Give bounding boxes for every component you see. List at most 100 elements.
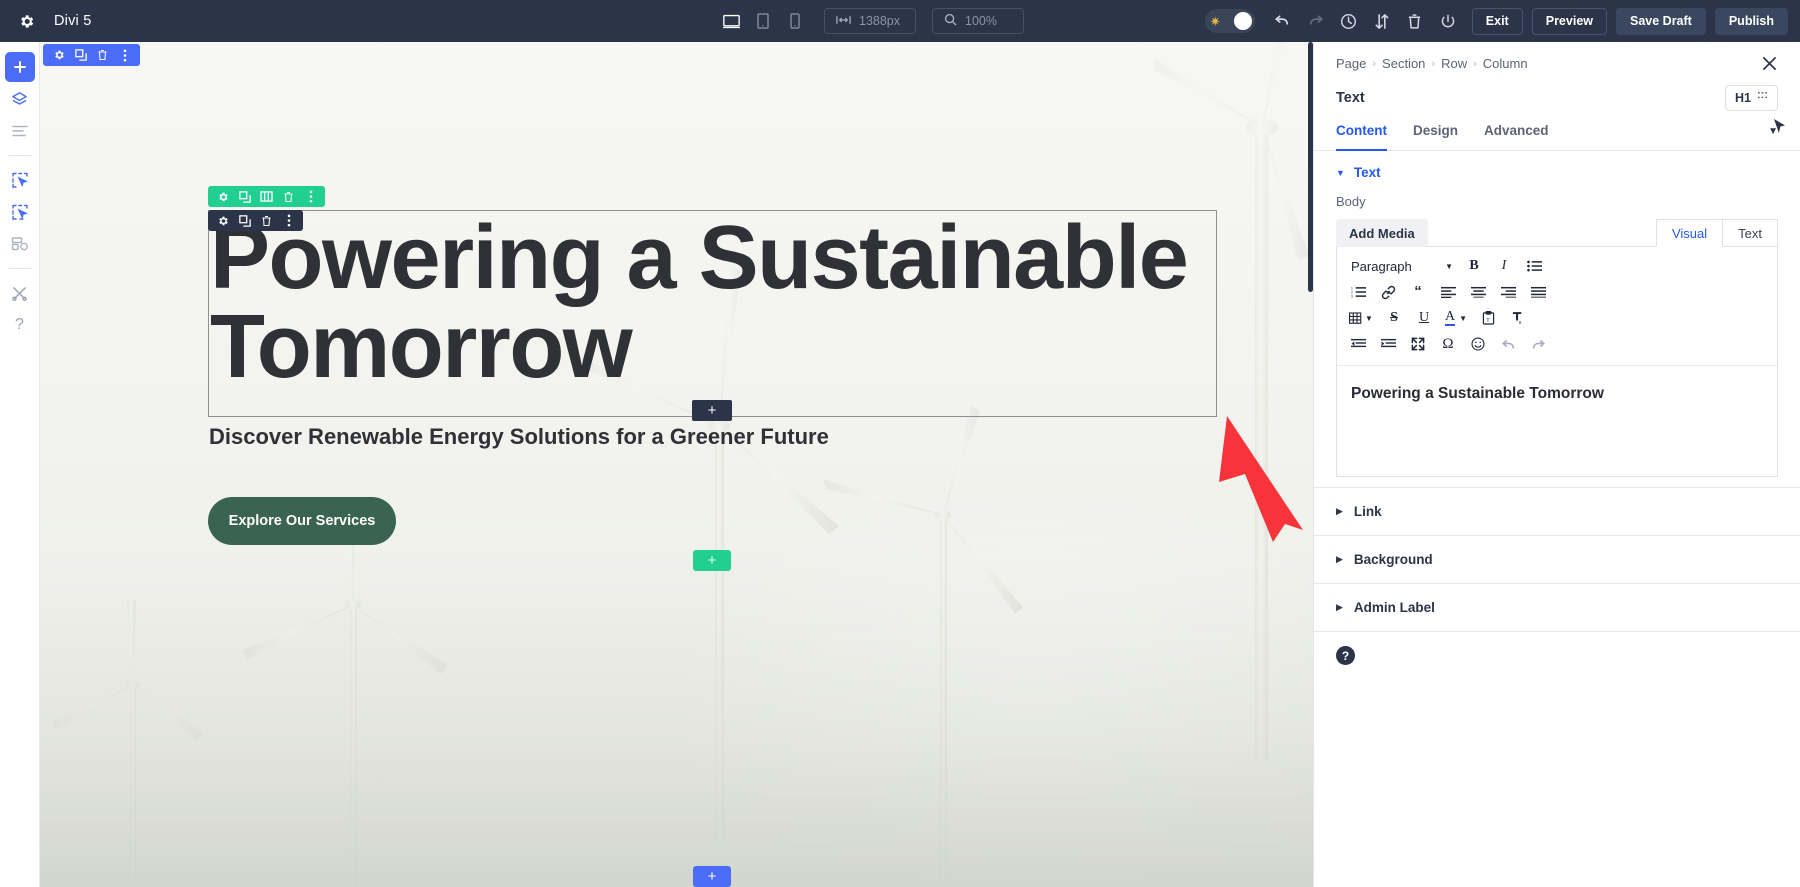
- dots-icon[interactable]: [282, 214, 295, 227]
- gear-icon[interactable]: [52, 49, 65, 62]
- accordion-link[interactable]: ▶ Link: [1314, 487, 1800, 535]
- save-draft-button[interactable]: Save Draft: [1616, 8, 1706, 35]
- clock-icon[interactable]: [1334, 6, 1364, 36]
- undo-icon[interactable]: [1495, 332, 1521, 356]
- publish-button[interactable]: Publish: [1715, 8, 1788, 35]
- zoom-field[interactable]: 100%: [932, 8, 1024, 34]
- dots-icon[interactable]: [304, 190, 317, 203]
- underline-icon[interactable]: U: [1411, 306, 1437, 330]
- explore-our-services-button[interactable]: Explore Our Services: [208, 497, 396, 545]
- dots-icon[interactable]: [118, 49, 131, 62]
- exit-button[interactable]: Exit: [1472, 8, 1523, 35]
- strikethrough-icon[interactable]: S: [1381, 306, 1407, 330]
- outdent-icon[interactable]: [1345, 332, 1371, 356]
- tab-design[interactable]: Design: [1413, 123, 1458, 151]
- numbered-list-icon[interactable]: 123: [1345, 280, 1371, 304]
- svg-text:x: x: [1519, 320, 1522, 325]
- link-icon[interactable]: [1375, 280, 1401, 304]
- panel-scrollbar-thumb[interactable]: [1308, 42, 1313, 292]
- add-media-button[interactable]: Add Media: [1336, 219, 1428, 247]
- sidebar-item-layers[interactable]: [5, 84, 35, 114]
- text-color-icon[interactable]: A ▼: [1441, 306, 1471, 330]
- gear-icon[interactable]: [12, 7, 40, 35]
- page-canvas[interactable]: Powering a Sustainable Tomorrow + Discov…: [40, 42, 1313, 887]
- tab-advanced[interactable]: Advanced: [1484, 123, 1549, 151]
- sidebar-item-presets[interactable]: [5, 229, 35, 259]
- preview-button[interactable]: Preview: [1532, 8, 1607, 35]
- sidebar-item-help[interactable]: ?: [5, 310, 35, 340]
- indent-icon[interactable]: [1375, 332, 1401, 356]
- sidebar-item-list-view[interactable]: [5, 116, 35, 146]
- redo-icon[interactable]: [1525, 332, 1551, 356]
- accordion-background[interactable]: ▶ Background: [1314, 535, 1800, 583]
- breadcrumb-section[interactable]: Section: [1382, 56, 1425, 71]
- redo-icon[interactable]: [1301, 6, 1331, 36]
- chevron-down-icon: ▼: [1445, 262, 1453, 271]
- section-toolbar[interactable]: [43, 44, 140, 66]
- undo-icon[interactable]: [1268, 6, 1298, 36]
- power-icon[interactable]: [1433, 6, 1463, 36]
- fullscreen-icon[interactable]: [1405, 332, 1431, 356]
- emoji-icon[interactable]: [1465, 332, 1491, 356]
- add-row-button[interactable]: +: [693, 550, 731, 571]
- close-icon[interactable]: [1756, 50, 1782, 76]
- sidebar-item-tools[interactable]: [5, 278, 35, 308]
- add-section-button[interactable]: +: [693, 866, 731, 887]
- text-section-label: Text: [1354, 165, 1381, 180]
- table-icon[interactable]: ▼: [1345, 306, 1377, 330]
- editor-toolbar: Paragraph ▼ B I 123 “: [1337, 247, 1777, 366]
- hero-subheading[interactable]: Discover Renewable Energy Solutions for …: [209, 424, 829, 450]
- canvas-width-field[interactable]: 1388px: [824, 8, 916, 34]
- text-section-toggle[interactable]: ▼ Text: [1314, 151, 1800, 194]
- tab-content[interactable]: Content: [1336, 123, 1387, 151]
- duplicate-icon[interactable]: [74, 49, 87, 62]
- tablet-icon[interactable]: [750, 8, 776, 34]
- tab-text[interactable]: Text: [1723, 219, 1778, 247]
- duplicate-icon[interactable]: [238, 190, 251, 203]
- gear-icon[interactable]: [216, 190, 229, 203]
- mouse-pointer-icon: [1773, 119, 1786, 138]
- duplicate-icon[interactable]: [238, 214, 251, 227]
- clear-formatting-icon[interactable]: x: [1505, 306, 1531, 330]
- align-left-icon[interactable]: [1435, 280, 1461, 304]
- columns-icon[interactable]: [260, 190, 273, 203]
- italic-icon[interactable]: I: [1491, 254, 1517, 278]
- format-select[interactable]: Paragraph ▼: [1345, 254, 1457, 278]
- trash-icon[interactable]: [96, 49, 109, 62]
- align-justify-icon[interactable]: [1525, 280, 1551, 304]
- toggle-knob: [1234, 12, 1252, 30]
- breadcrumb-column[interactable]: Column: [1483, 56, 1528, 71]
- bold-icon[interactable]: B: [1461, 254, 1487, 278]
- magnifier-icon: [944, 13, 957, 29]
- special-character-icon[interactable]: Ω: [1435, 332, 1461, 356]
- sidebar-item-select-b[interactable]: [5, 197, 35, 227]
- row-toolbar[interactable]: [208, 186, 325, 207]
- canvas-width-value: 1388px: [859, 14, 900, 28]
- align-center-icon[interactable]: [1465, 280, 1491, 304]
- module-toolbar[interactable]: [208, 210, 303, 231]
- phone-icon[interactable]: [782, 8, 808, 34]
- add-module-button[interactable]: +: [692, 400, 732, 421]
- editor-content[interactable]: Powering a Sustainable Tomorrow: [1337, 366, 1777, 476]
- theme-toggle[interactable]: ✷: [1205, 9, 1255, 33]
- bulleted-list-icon[interactable]: [1521, 254, 1547, 278]
- breadcrumb-row[interactable]: Row: [1441, 56, 1467, 71]
- sort-arrows-icon[interactable]: [1367, 6, 1397, 36]
- paste-as-text-icon[interactable]: T: [1475, 306, 1501, 330]
- hero-heading[interactable]: Powering a Sustainable Tomorrow: [210, 214, 1210, 392]
- question-circle-icon[interactable]: ?: [1336, 646, 1355, 665]
- accordion-admin-label[interactable]: ▶ Admin Label: [1314, 583, 1800, 631]
- trash-icon[interactable]: [260, 214, 273, 227]
- align-right-icon[interactable]: [1495, 280, 1521, 304]
- sidebar-item-add-module[interactable]: [5, 52, 35, 82]
- breadcrumb-page[interactable]: Page: [1336, 56, 1366, 71]
- heading-tag-selector[interactable]: H1: [1725, 85, 1778, 111]
- body-label: Body: [1336, 194, 1778, 209]
- desktop-icon[interactable]: [718, 8, 744, 34]
- trash-icon[interactable]: [1400, 6, 1430, 36]
- gear-icon[interactable]: [216, 214, 229, 227]
- trash-icon[interactable]: [282, 190, 295, 203]
- sidebar-item-select-a[interactable]: [5, 165, 35, 195]
- tab-visual[interactable]: Visual: [1656, 219, 1723, 247]
- blockquote-icon[interactable]: “: [1405, 280, 1431, 304]
